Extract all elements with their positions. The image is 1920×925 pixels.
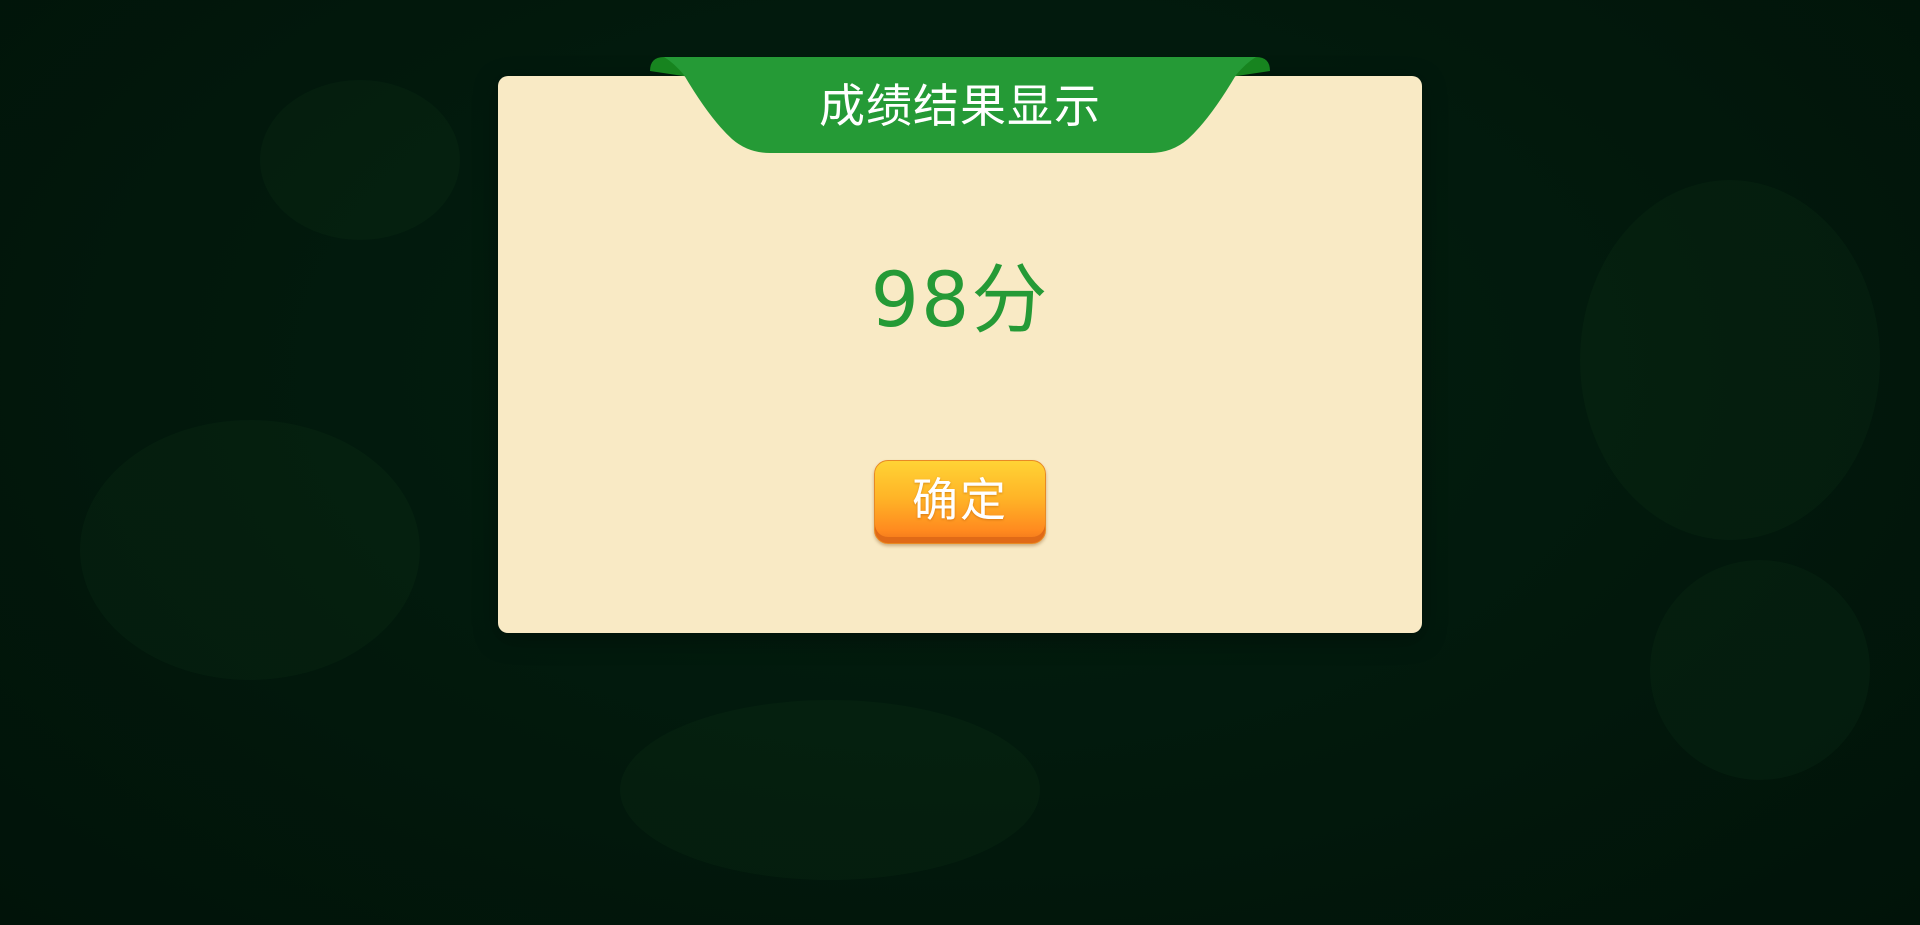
result-dialog	[498, 76, 1422, 633]
confirm-button[interactable]: 确定	[874, 460, 1046, 544]
title-ribbon: 成绩结果显示	[650, 57, 1270, 154]
confirm-button-label: 确定	[912, 473, 1008, 527]
score-value: 98分	[870, 255, 1050, 344]
dialog-title: 成绩结果显示	[819, 79, 1101, 133]
